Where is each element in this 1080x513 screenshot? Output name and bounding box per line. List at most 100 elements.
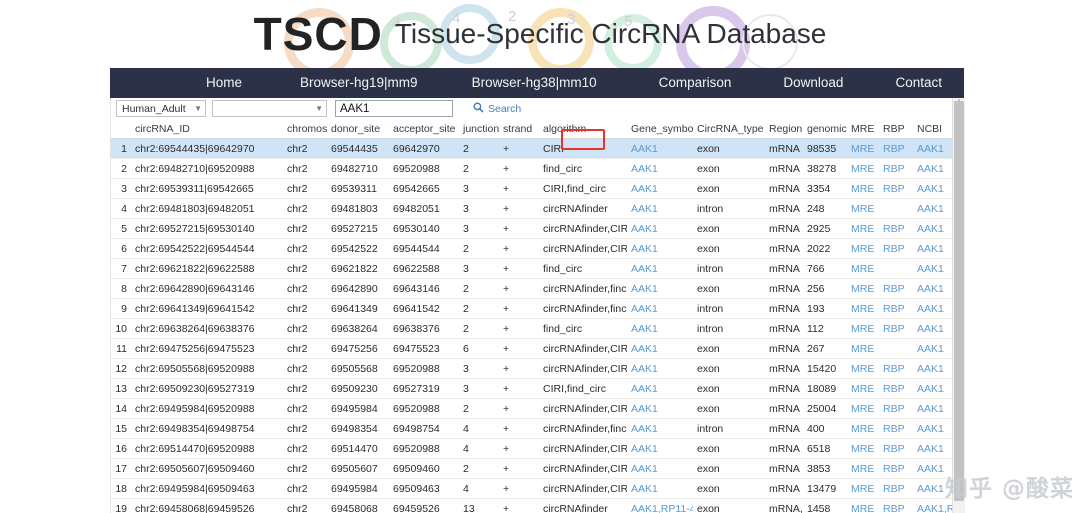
cell-rbp[interactable]: RBP bbox=[879, 299, 913, 319]
table-row[interactable]: 17chr2:69505607|69509460chr2695056076950… bbox=[111, 459, 953, 479]
cell-gene-symbol[interactable]: AAK1 bbox=[627, 379, 693, 399]
cell-ncbi-link[interactable]: AAK1 bbox=[917, 243, 944, 255]
cell-rbp-link[interactable]: RBP bbox=[883, 183, 905, 195]
cell-rbp[interactable]: RBP bbox=[879, 499, 913, 513]
th-acceptor-site[interactable]: acceptor_site bbox=[389, 119, 459, 139]
cell-gene-symbol[interactable]: AAK1 bbox=[627, 319, 693, 339]
cell-mre-link[interactable]: MRE bbox=[851, 343, 874, 355]
cell-ncbi[interactable]: AAK1 bbox=[913, 339, 953, 359]
nav-item-download[interactable]: Download bbox=[783, 68, 843, 98]
cell-rbp-link[interactable]: RBP bbox=[883, 363, 905, 375]
cell-ncbi-link[interactable]: AAK1 bbox=[917, 343, 944, 355]
table-row[interactable]: 12chr2:69505568|69520988chr2695055686952… bbox=[111, 359, 953, 379]
cell-mre[interactable]: MRE bbox=[847, 179, 879, 199]
cell-ncbi[interactable]: AAK1 bbox=[913, 439, 953, 459]
cell-ncbi-link[interactable]: AAK1 bbox=[917, 283, 944, 295]
cell-ncbi-link[interactable]: AAK1 bbox=[917, 323, 944, 335]
cell-gene-symbol-link[interactable]: AAK1 bbox=[631, 443, 658, 455]
table-row[interactable]: 18chr2:69495984|69509463chr2694959846950… bbox=[111, 479, 953, 499]
cell-mre-link[interactable]: MRE bbox=[851, 303, 874, 315]
cell-mre[interactable]: MRE bbox=[847, 199, 879, 219]
cell-ncbi[interactable]: AAK1,RF bbox=[913, 499, 953, 513]
table-row[interactable]: 3chr2:69539311|69542665chr26953931169542… bbox=[111, 179, 953, 199]
cell-ncbi[interactable]: AAK1 bbox=[913, 319, 953, 339]
cell-rbp[interactable]: RBP bbox=[879, 459, 913, 479]
cell-rbp[interactable] bbox=[879, 199, 913, 219]
cell-rbp-link[interactable]: RBP bbox=[883, 283, 905, 295]
cell-rbp-link[interactable]: RBP bbox=[883, 503, 905, 513]
cell-rbp[interactable]: RBP bbox=[879, 139, 913, 159]
cell-ncbi-link[interactable]: AAK1 bbox=[917, 403, 944, 415]
cell-ncbi[interactable]: AAK1 bbox=[913, 219, 953, 239]
th-junction[interactable]: junction bbox=[459, 119, 499, 139]
cell-mre-link[interactable]: MRE bbox=[851, 143, 874, 155]
cell-ncbi[interactable]: AAK1 bbox=[913, 419, 953, 439]
cell-rbp[interactable] bbox=[879, 339, 913, 359]
cell-ncbi[interactable]: AAK1 bbox=[913, 379, 953, 399]
nav-item-home[interactable]: Home bbox=[206, 68, 242, 98]
cell-ncbi[interactable]: AAK1 bbox=[913, 399, 953, 419]
table-row[interactable]: 16chr2:69514470|69520988chr2695144706952… bbox=[111, 439, 953, 459]
cell-gene-symbol-link[interactable]: AAK1,RP11-427H: bbox=[631, 503, 693, 513]
cell-ncbi-link[interactable]: AAK1 bbox=[917, 163, 944, 175]
cell-rbp[interactable]: RBP bbox=[879, 439, 913, 459]
cell-mre[interactable]: MRE bbox=[847, 359, 879, 379]
cell-mre[interactable]: MRE bbox=[847, 159, 879, 179]
cell-rbp-link[interactable]: RBP bbox=[883, 463, 905, 475]
cell-ncbi-link[interactable]: AAK1 bbox=[917, 303, 944, 315]
cell-gene-symbol[interactable]: AAK1 bbox=[627, 459, 693, 479]
cell-mre-link[interactable]: MRE bbox=[851, 423, 874, 435]
cell-rbp[interactable]: RBP bbox=[879, 219, 913, 239]
table-row[interactable]: 9chr2:69641349|69641542chr26964134969641… bbox=[111, 299, 953, 319]
cell-ncbi[interactable]: AAK1 bbox=[913, 459, 953, 479]
cell-gene-symbol[interactable]: AAK1 bbox=[627, 439, 693, 459]
th-algorithm[interactable]: algorithm bbox=[539, 119, 627, 139]
table-row[interactable]: 4chr2:69481803|69482051chr26948180369482… bbox=[111, 199, 953, 219]
cell-mre[interactable]: MRE bbox=[847, 379, 879, 399]
th-rbp[interactable]: RBP bbox=[879, 119, 913, 139]
cell-rbp[interactable]: RBP bbox=[879, 319, 913, 339]
cell-ncbi-link[interactable]: AAK1 bbox=[917, 483, 944, 495]
cell-mre-link[interactable]: MRE bbox=[851, 363, 874, 375]
cell-rbp-link[interactable]: RBP bbox=[883, 443, 905, 455]
cell-gene-symbol[interactable]: AAK1 bbox=[627, 299, 693, 319]
cell-gene-symbol-link[interactable]: AAK1 bbox=[631, 483, 658, 495]
cell-gene-symbol[interactable]: AAK1 bbox=[627, 179, 693, 199]
cell-rbp[interactable]: RBP bbox=[879, 239, 913, 259]
th-ncbi[interactable]: NCBI bbox=[913, 119, 953, 139]
table-row[interactable]: 5chr2:69527215|69530140chr26952721569530… bbox=[111, 219, 953, 239]
cell-gene-symbol-link[interactable]: AAK1 bbox=[631, 223, 658, 235]
th-gene-symbol[interactable]: Gene_symbol bbox=[627, 119, 693, 139]
cell-gene-symbol-link[interactable]: AAK1 bbox=[631, 263, 658, 275]
table-row[interactable]: 6chr2:69542522|69544544chr26954252269544… bbox=[111, 239, 953, 259]
cell-mre-link[interactable]: MRE bbox=[851, 203, 874, 215]
cell-ncbi-link[interactable]: AAK1 bbox=[917, 203, 944, 215]
cell-mre[interactable]: MRE bbox=[847, 279, 879, 299]
table-row[interactable]: 1chr2:69544435|69642970chr26954443569642… bbox=[111, 139, 953, 159]
th-circrna-type[interactable]: CircRNA_type bbox=[693, 119, 765, 139]
cell-mre[interactable]: MRE bbox=[847, 259, 879, 279]
cell-ncbi-link[interactable]: AAK1 bbox=[917, 443, 944, 455]
results-scrollbar[interactable]: ▲ bbox=[952, 98, 965, 513]
cell-gene-symbol[interactable]: AAK1 bbox=[627, 159, 693, 179]
cell-rbp[interactable]: RBP bbox=[879, 359, 913, 379]
cell-mre[interactable]: MRE bbox=[847, 499, 879, 513]
cell-ncbi-link[interactable]: AAK1 bbox=[917, 143, 944, 155]
cell-gene-symbol[interactable]: AAK1 bbox=[627, 339, 693, 359]
th-region[interactable]: Region bbox=[765, 119, 803, 139]
cell-gene-symbol[interactable]: AAK1 bbox=[627, 139, 693, 159]
th-circrna-id[interactable]: circRNA_ID bbox=[131, 119, 283, 139]
cell-gene-symbol-link[interactable]: AAK1 bbox=[631, 463, 658, 475]
cell-mre[interactable]: MRE bbox=[847, 439, 879, 459]
results-scrollbar-thumb[interactable] bbox=[954, 101, 964, 501]
species-select[interactable]: Human_Adult ▼ bbox=[116, 100, 206, 117]
search-button[interactable]: Search bbox=[473, 102, 521, 116]
cell-mre-link[interactable]: MRE bbox=[851, 183, 874, 195]
cell-ncbi[interactable]: AAK1 bbox=[913, 239, 953, 259]
cell-rbp[interactable]: RBP bbox=[879, 159, 913, 179]
cell-gene-symbol-link[interactable]: AAK1 bbox=[631, 303, 658, 315]
cell-gene-symbol[interactable]: AAK1,RP11-427H: bbox=[627, 499, 693, 513]
cell-gene-symbol[interactable]: AAK1 bbox=[627, 479, 693, 499]
cell-gene-symbol-link[interactable]: AAK1 bbox=[631, 163, 658, 175]
cell-gene-symbol-link[interactable]: AAK1 bbox=[631, 403, 658, 415]
